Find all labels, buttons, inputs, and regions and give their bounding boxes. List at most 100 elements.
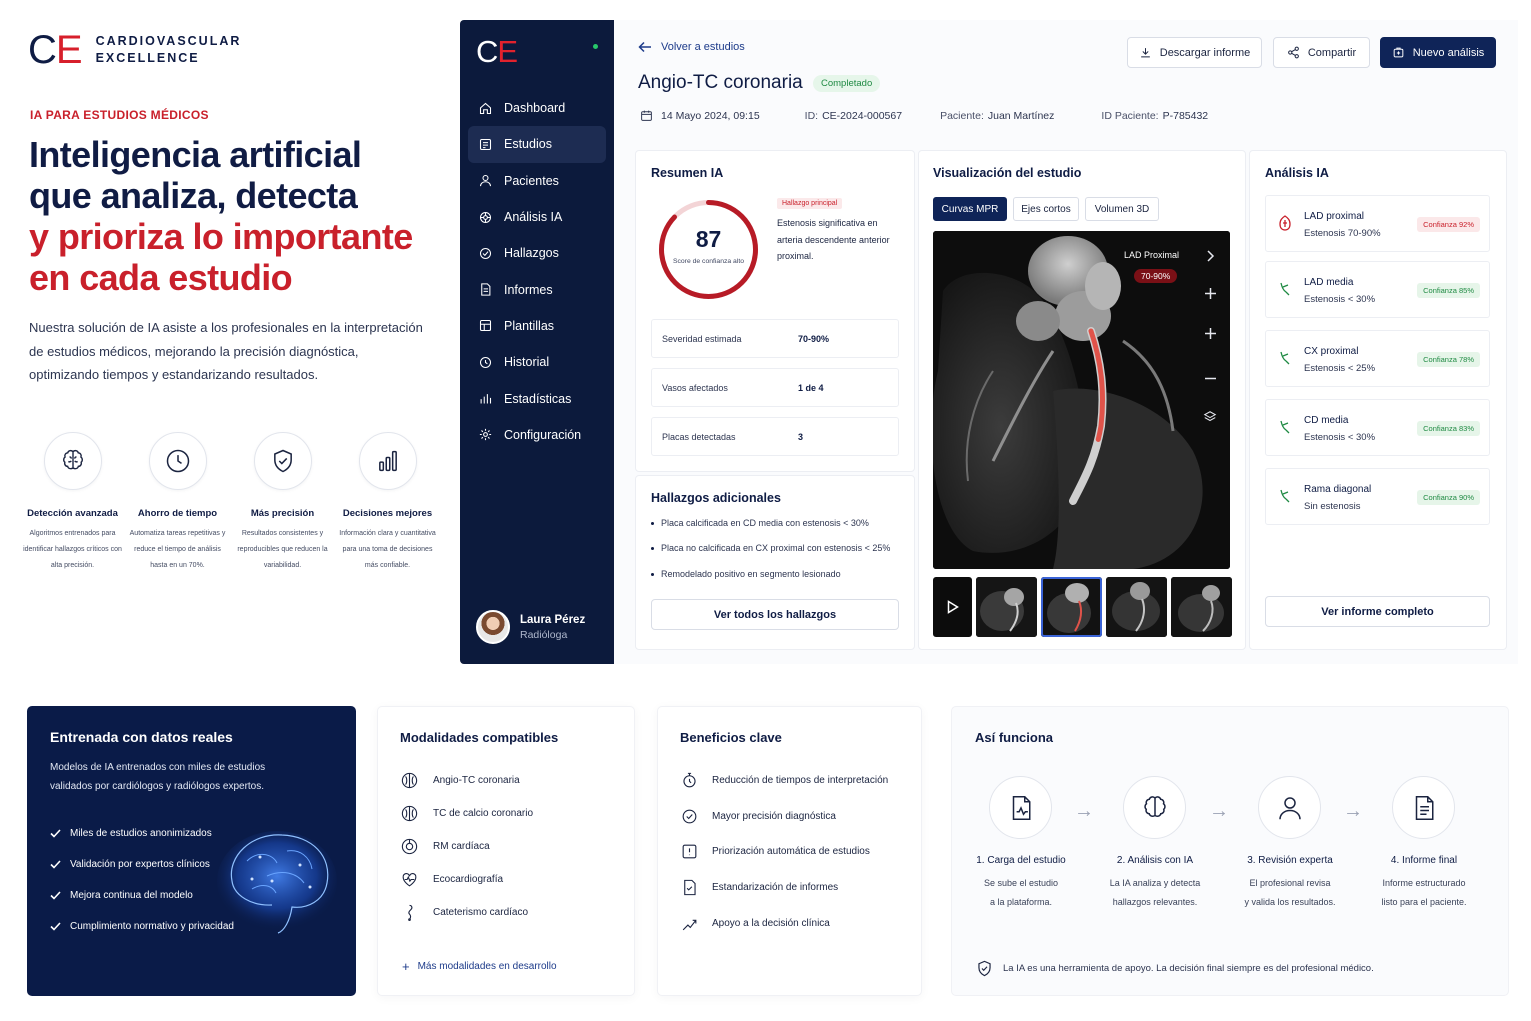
brain-icon [1143, 795, 1166, 817]
sidebar-item-estadisticas[interactable]: Estadísticas [468, 380, 606, 416]
benefit-item: Reducción de tiempos de interpretación [680, 771, 888, 790]
arrow-right-icon: → [1074, 800, 1094, 822]
study-date: 14 Mayo 2024, 09:15 [661, 109, 760, 122]
sidebar-item-plantillas[interactable]: Plantillas [468, 308, 606, 344]
templates-icon [479, 320, 492, 332]
finding-item[interactable]: Rama diagonal Sin estenosis Confianza 90… [1265, 468, 1490, 525]
more-modalities-link[interactable]: + Más modalidades en desarrollo [402, 959, 557, 974]
sidebar-item-hallazgos[interactable]: Hallazgos [468, 235, 606, 271]
modality-item: Cateterismo cardíaco [400, 903, 528, 922]
back-link[interactable]: Volver a estudios [638, 41, 745, 53]
sidebar-nav: Dashboard Estudios Pacientes Análisis IA… [468, 90, 606, 453]
check-icon [50, 891, 61, 900]
tab-curvas-mpr[interactable]: Curvas MPR [933, 197, 1007, 221]
vessel-icon [1280, 489, 1290, 503]
document-icon [684, 879, 696, 896]
thumbnail[interactable] [1171, 577, 1232, 637]
check-icon [50, 829, 61, 838]
zoom-out-icon[interactable] [1201, 369, 1219, 387]
page-title: Angio-TC coronaria [638, 72, 803, 93]
status-badge: Completado [813, 75, 881, 92]
feature-item: Más precisión Resultados consistentes y … [230, 432, 335, 574]
zoom-in-icon[interactable] [1201, 324, 1219, 342]
thumbnail[interactable] [976, 577, 1037, 637]
step-upload [989, 776, 1052, 839]
feature-item: Ahorro de tiempo Automatiza tareas repet… [125, 432, 230, 574]
studies-icon [479, 138, 492, 150]
tab-ejes-cortos[interactable]: Ejes cortos [1013, 197, 1079, 221]
benefit-item: Apoyo a la decisión clínica [680, 914, 830, 933]
hero-title: Inteligencia artificial que analiza, det… [29, 134, 413, 298]
mri-icon [401, 838, 418, 855]
view-all-findings-button[interactable]: Ver todos los hallazgos [651, 599, 899, 630]
finding-item[interactable]: LAD media Estenosis < 30% Confianza 85% [1265, 261, 1490, 318]
finding-item[interactable]: CX proximal Estenosis < 25% Confianza 78… [1265, 330, 1490, 387]
view-full-report-button[interactable]: Ver informe completo [1265, 596, 1490, 627]
step-review [1258, 776, 1321, 839]
ct-image-viewer[interactable] [933, 231, 1230, 569]
sidebar-item-estudios[interactable]: Estudios [468, 126, 606, 163]
stats-icon [480, 394, 492, 404]
ct-scan-image [933, 231, 1230, 569]
sidebar-item-pacientes[interactable]: Pacientes [468, 163, 606, 199]
step-report [1392, 776, 1455, 839]
list-item: Validación por expertos clínicos [50, 849, 234, 880]
report-icon [1415, 795, 1433, 820]
expand-icon[interactable] [1201, 247, 1219, 265]
finding-item[interactable]: CD media Estenosis < 30% Confianza 83% [1265, 399, 1490, 456]
study-meta: 14 Mayo 2024, 09:15 ID: CE-2024-000567 P… [640, 109, 1208, 122]
check-icon [50, 860, 61, 869]
confidence-badge: Confianza 90% [1417, 490, 1480, 505]
modality-item: RM cardíaca [400, 837, 490, 856]
how-it-works-card [951, 706, 1509, 996]
stat-row: Severidad estimada 70-90% [651, 319, 899, 358]
finding-item[interactable]: LAD proximal Estenosis 70-90% Confianza … [1265, 195, 1490, 252]
sidebar-item-configuracion[interactable]: Configuración [468, 417, 606, 453]
trained-data-description: Modelos de IA entrenados con miles de es… [50, 762, 266, 792]
trained-data-card: Entrenada con datos reales Modelos de IA… [27, 706, 356, 996]
sidebar-item-informes[interactable]: Informes [468, 271, 606, 307]
sidebar-item-dashboard[interactable]: Dashboard [468, 90, 606, 126]
sidebar-item-historial[interactable]: Historial [468, 344, 606, 380]
confidence-badge: Confianza 85% [1417, 283, 1480, 298]
patient-name: Juan Martínez [987, 109, 1055, 122]
sidebar-logo: CE [476, 34, 518, 69]
play-button[interactable] [933, 577, 972, 637]
list-item: Cumplimiento normativo y privacidad [50, 911, 234, 942]
reports-icon [481, 283, 491, 296]
new-analysis-icon [1393, 47, 1404, 58]
heart-scan-icon [401, 805, 418, 822]
thumbnail-selected[interactable] [1041, 577, 1102, 637]
thumbnail[interactable] [1106, 577, 1167, 637]
feature-item: Decisiones mejores Información clara y c… [335, 432, 440, 574]
pan-icon[interactable] [1201, 284, 1219, 302]
layers-icon[interactable] [1201, 408, 1219, 426]
share-button[interactable]: Compartir [1273, 37, 1370, 68]
sidebar-item-analisis-ia[interactable]: Análisis IA [468, 199, 606, 235]
confidence-badge: Confianza 78% [1417, 352, 1480, 367]
shield-check-icon [978, 960, 991, 977]
decision-icon [682, 919, 697, 931]
list-item: Miles de estudios anonimizados [50, 818, 234, 849]
study-id: CE-2024-000567 [822, 109, 903, 122]
logo-mark: CE [28, 28, 83, 72]
heart-icon [402, 873, 417, 887]
modality-item: Angio-TC coronaria [400, 771, 520, 790]
user-profile[interactable]: Laura Pérez Radióloga [476, 610, 585, 644]
shield-icon [273, 449, 292, 473]
download-icon [1140, 48, 1150, 58]
new-analysis-button[interactable]: Nuevo análisis [1380, 37, 1496, 68]
list-item: Placa calcificada en CD media con esteno… [651, 518, 890, 543]
doctor-icon [1278, 796, 1301, 819]
brand-logo: CE CARDIOVASCULAR EXCELLENCE [28, 30, 241, 70]
sidebar: CE Dashboard Estudios Pacientes Análisis… [460, 20, 614, 664]
list-item: Remodelado positivo en segmento lesionad… [651, 569, 890, 594]
tab-volumen-3d[interactable]: Volumen 3D [1085, 197, 1159, 221]
stat-row: Placas detectadas 3 [651, 417, 899, 456]
download-report-button[interactable]: Descargar informe [1127, 37, 1262, 68]
viewer-stenosis-badge: 70-90% [1134, 269, 1178, 283]
heart-scan-icon [401, 772, 418, 789]
disclaimer: La IA es una herramienta de apoyo. La de… [975, 959, 1374, 978]
hero-description: Nuestra solución de IA asiste a los prof… [29, 320, 423, 382]
list-item: Placa no calcificada en CX proximal con … [651, 543, 890, 568]
